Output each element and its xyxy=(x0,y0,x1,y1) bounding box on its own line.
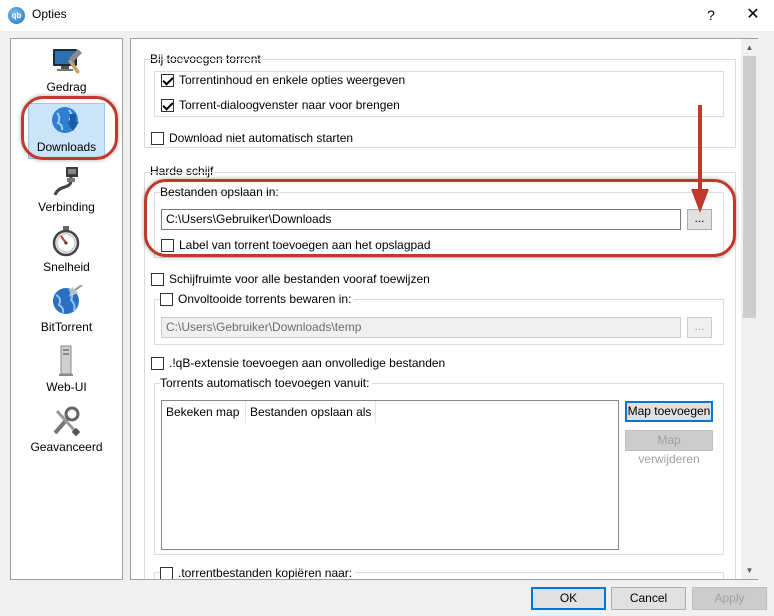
checkbox-label: Label van torrent toevoegen aan het opsl… xyxy=(179,238,431,252)
sidebar-item-label: Snelheid xyxy=(43,260,90,274)
sidebar-item-bittorrent[interactable]: BitTorrent xyxy=(11,281,122,341)
preallocate-checkbox[interactable]: Schijfruimte voor alle bestanden vooraf … xyxy=(151,272,430,286)
checkbox-label: Torrentinhoud en enkele opties weergeven xyxy=(179,73,406,87)
add-folder-button[interactable]: Map toevoegen xyxy=(625,401,713,422)
sidebar-item-label: Verbinding xyxy=(38,200,95,214)
copy-torrent-checkbox[interactable]: .torrentbestanden kopiëren naar: xyxy=(160,566,356,579)
save-path-browse-button[interactable]: ... xyxy=(687,209,712,230)
checkbox-label: Download niet automatisch starten xyxy=(169,131,354,145)
checkbox-box[interactable] xyxy=(151,356,164,370)
checkbox-box[interactable] xyxy=(160,566,173,579)
sidebar-item-label: BitTorrent xyxy=(40,320,93,334)
sidebar-item-geavanceerd[interactable]: Geavanceerd xyxy=(11,401,122,461)
save-path-input[interactable]: C:\Users\Gebruiker\Downloads xyxy=(161,209,681,230)
save-path-label: Bestanden opslaan in: xyxy=(160,185,279,199)
checkbox-box[interactable] xyxy=(151,272,164,286)
remove-folder-button[interactable]: Map verwijderen xyxy=(625,430,713,466)
checkbox-box[interactable] xyxy=(151,131,164,145)
temp-folder-checkbox[interactable]: Onvoltooide torrents bewaren in: xyxy=(160,292,355,306)
bittorrent-globe-icon xyxy=(53,285,83,314)
scrollbar-thumb[interactable] xyxy=(743,56,756,318)
temp-path-input[interactable]: C:\Users\Gebruiker\Downloads\temp xyxy=(161,317,681,338)
checkbox-box[interactable] xyxy=(161,98,174,112)
checkbox-box[interactable] xyxy=(161,238,174,252)
ok-button[interactable]: OK xyxy=(531,587,606,610)
checkbox-label: Onvoltooide torrents bewaren in: xyxy=(178,292,352,306)
qbittorrent-logo-icon: qb xyxy=(8,7,25,24)
apply-button[interactable]: Apply xyxy=(692,587,767,610)
help-button[interactable]: ? xyxy=(700,2,722,28)
append-label-checkbox[interactable]: Label van torrent toevoegen aan het opsl… xyxy=(161,238,431,252)
auto-add-section-title: Torrents automatisch toevoegen vanuit: xyxy=(160,376,373,390)
checkbox-box[interactable] xyxy=(161,73,174,87)
sidebar-item-web-ui[interactable]: Web-UI xyxy=(11,341,122,401)
title-bar: qb Opties ? ✕ xyxy=(0,0,774,31)
checkbox-label: Torrent-dialoogvenster naar voor brengen xyxy=(179,98,400,112)
monitor-icon xyxy=(53,49,82,74)
window-title: Opties xyxy=(32,7,67,21)
iqb-extension-checkbox[interactable]: .!qB-extensie toevoegen aan onvolledige … xyxy=(151,356,445,370)
stopwatch-icon xyxy=(52,226,80,257)
checkbox-label: .!qB-extensie toevoegen aan onvolledige … xyxy=(169,356,446,370)
tools-icon xyxy=(53,406,81,437)
settings-scroll-area[interactable]: Bij toevoegen torrent Torrentinhoud en e… xyxy=(131,39,741,579)
no-auto-start-checkbox[interactable]: Download niet automatisch starten xyxy=(151,131,353,145)
globe-download-icon xyxy=(52,107,79,133)
sidebar-item-label: Downloads xyxy=(36,140,97,154)
sidebar-item-verbinding[interactable]: Verbinding xyxy=(11,161,122,221)
server-tower-icon xyxy=(59,345,73,376)
sidebar-item-downloads[interactable]: Downloads xyxy=(11,101,122,161)
bring-to-front-checkbox[interactable]: Torrent-dialoogvenster naar voor brengen xyxy=(161,98,400,112)
sidebar-item-gedrag[interactable]: Gedrag xyxy=(11,41,122,101)
watched-folders-table[interactable]: Bekeken map Bestanden opslaan als xyxy=(161,400,619,550)
close-button[interactable]: ✕ xyxy=(736,2,770,28)
network-cable-icon xyxy=(53,167,78,196)
vertical-scrollbar[interactable]: ▲ ▼ xyxy=(741,39,758,579)
checkbox-box[interactable] xyxy=(160,292,173,306)
downloads-settings-panel: Bij toevoegen torrent Torrentinhoud en e… xyxy=(130,38,758,580)
cancel-button[interactable]: Cancel xyxy=(611,587,686,610)
column-header-watched-folder[interactable]: Bekeken map xyxy=(162,401,246,423)
temp-path-browse-button[interactable]: ... xyxy=(687,317,712,338)
scroll-up-arrow-icon[interactable]: ▲ xyxy=(741,39,758,56)
sidebar-item-snelheid[interactable]: Snelheid xyxy=(11,221,122,281)
sidebar-item-label: Web-UI xyxy=(46,380,87,394)
column-header-save-as[interactable]: Bestanden opslaan als xyxy=(246,401,376,423)
sidebar-item-label: Gedrag xyxy=(46,80,87,94)
show-dialog-checkbox[interactable]: Torrentinhoud en enkele opties weergeven xyxy=(161,73,405,87)
options-sidebar: Gedrag Downloads Verbinding Snelheid Bit… xyxy=(10,38,123,580)
checkbox-label: Schijfruimte voor alle bestanden vooraf … xyxy=(169,272,430,286)
checkbox-label: .torrentbestanden kopiëren naar: xyxy=(178,566,353,579)
scroll-down-arrow-icon[interactable]: ▼ xyxy=(741,562,758,579)
sidebar-item-label: Geavanceerd xyxy=(30,440,103,454)
